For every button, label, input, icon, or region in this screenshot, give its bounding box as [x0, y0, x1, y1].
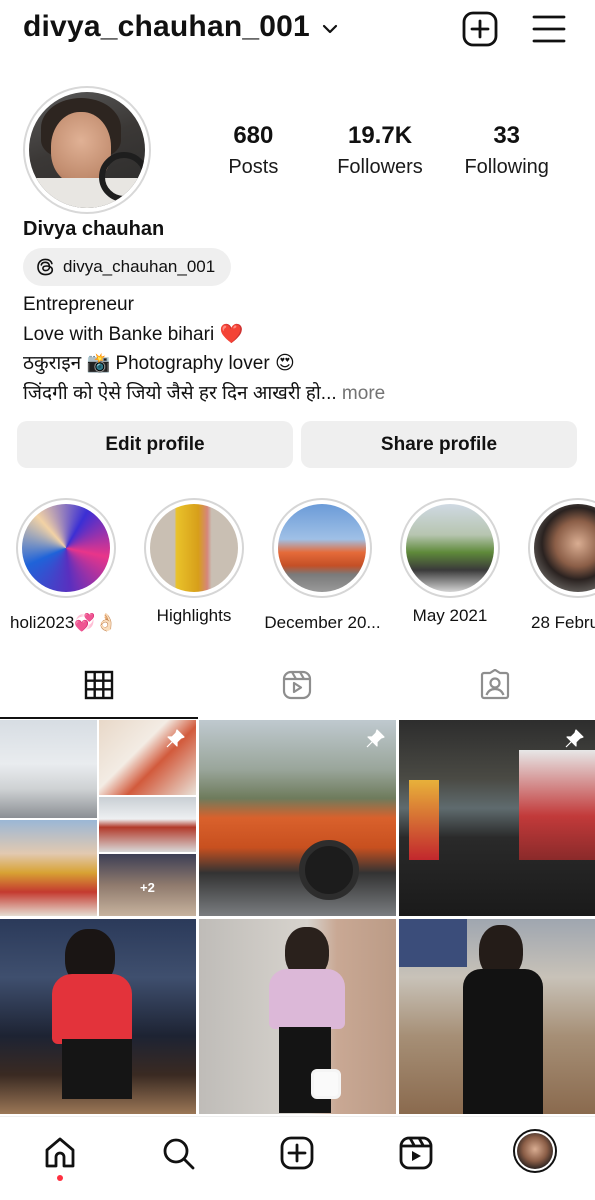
- pinned-icon: [166, 729, 185, 748]
- nav-reels[interactable]: [396, 1133, 436, 1173]
- edit-profile-button[interactable]: Edit profile: [17, 421, 293, 468]
- profile-stats: 680 Posts 19.7K Followers 33 Following: [190, 122, 570, 179]
- camera-emoji: 📸: [86, 353, 111, 374]
- stat-value: 680: [233, 122, 274, 149]
- nav-create[interactable]: [277, 1133, 317, 1173]
- heart-eyes-emoji: 😍: [274, 353, 295, 374]
- create-post-icon[interactable]: [461, 10, 499, 48]
- profile-photo: [29, 92, 145, 208]
- grid-post[interactable]: [0, 919, 196, 1114]
- stat-value: 33: [493, 122, 521, 149]
- reels-icon: [399, 1136, 433, 1170]
- highlight-cover: [406, 504, 494, 592]
- story-highlight[interactable]: [16, 498, 116, 598]
- grid-post[interactable]: [399, 919, 595, 1114]
- threads-link[interactable]: divya_chauhan_001: [23, 248, 232, 286]
- grid-post[interactable]: [199, 720, 396, 916]
- heart-emoji: ❤️: [219, 323, 244, 345]
- bio-line: Entrepreneur: [23, 294, 134, 315]
- nav-profile-avatar[interactable]: [513, 1129, 557, 1173]
- tab-reels[interactable]: [198, 652, 396, 718]
- chevron-down-icon: [322, 24, 338, 34]
- content-tabs: [0, 652, 595, 719]
- tagged-icon: [480, 669, 510, 700]
- home-icon: [45, 1137, 75, 1168]
- highlight-cover: [22, 504, 110, 592]
- story-highlight[interactable]: [528, 498, 595, 598]
- highlight-label: holi2023💞👌🏻: [10, 613, 117, 632]
- story-highlight[interactable]: [272, 498, 372, 598]
- grid-icon: [84, 670, 114, 700]
- threads-icon: [37, 258, 54, 276]
- stat-label: Posts: [228, 156, 279, 178]
- highlight-cover: [278, 504, 366, 592]
- stat-value: 19.7K: [347, 122, 413, 149]
- stat-following[interactable]: 33 Following: [443, 122, 570, 179]
- story-highlight[interactable]: Highlights: [144, 498, 244, 626]
- bio-line: ठकुराइन 📸 Photography lover 😍: [23, 353, 295, 374]
- bottom-navigation: [0, 1116, 595, 1200]
- nav-search[interactable]: [158, 1133, 198, 1173]
- highlight-label: 28 Febru: [531, 613, 595, 632]
- stat-posts[interactable]: 680 Posts: [190, 122, 317, 179]
- tab-posts-grid[interactable]: [0, 652, 198, 719]
- bio-more-link[interactable]: more: [342, 383, 385, 404]
- tab-tagged[interactable]: [396, 652, 594, 718]
- share-profile-button[interactable]: Share profile: [301, 421, 577, 468]
- reels-icon: [282, 670, 312, 700]
- create-icon: [280, 1136, 314, 1170]
- nav-home[interactable]: [40, 1133, 80, 1173]
- profile-bio: Entrepreneur Love with Banke bihari ❤️ ठ…: [23, 290, 385, 408]
- story-highlight[interactable]: May 2021: [400, 498, 500, 626]
- stat-label: Followers: [337, 156, 423, 178]
- search-icon: [163, 1138, 195, 1170]
- collage-more-badge: +2: [140, 880, 155, 895]
- pinned-icon: [565, 729, 584, 748]
- grid-post[interactable]: +2: [0, 720, 196, 916]
- bio-line: Love with Banke bihari ❤️: [23, 323, 244, 345]
- highlight-cover: [534, 504, 595, 592]
- display-name: Divya chauhan: [23, 218, 165, 240]
- username: divya_chauhan_001: [23, 10, 310, 43]
- threads-handle: divya_chauhan_001: [63, 257, 216, 276]
- highlight-cover: [150, 504, 238, 592]
- home-active-dot: [57, 1175, 63, 1181]
- grid-post[interactable]: [199, 919, 396, 1114]
- stat-label: Following: [464, 156, 549, 178]
- highlight-label: December 20...: [264, 613, 381, 632]
- profile-avatar[interactable]: [23, 86, 151, 214]
- top-bar: divya_chauhan_001: [0, 0, 595, 60]
- grid-post[interactable]: [399, 720, 595, 916]
- avatar: [517, 1133, 553, 1169]
- posts-grid: +2: [0, 720, 595, 1114]
- highlight-label: May 2021: [412, 606, 488, 625]
- stat-followers[interactable]: 19.7K Followers: [317, 122, 444, 179]
- pinned-icon: [366, 729, 385, 748]
- bio-line: जिंदगी को ऐसे जियो जैसे हर दिन आखरी हो..…: [23, 382, 386, 404]
- highlight-label: Highlights: [156, 606, 232, 625]
- menu-icon[interactable]: [530, 10, 568, 48]
- account-switcher[interactable]: divya_chauhan_001: [23, 10, 340, 44]
